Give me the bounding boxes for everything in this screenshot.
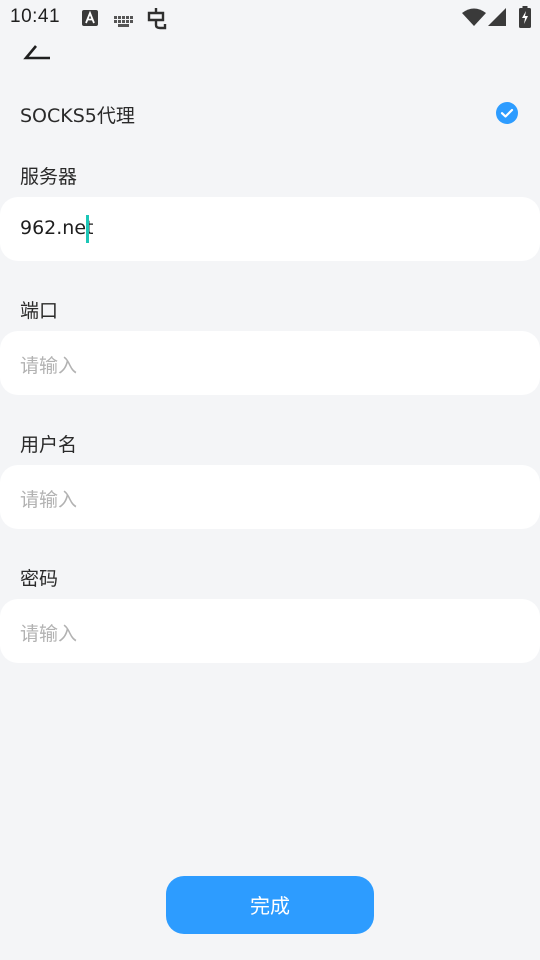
username-label: 用户名 — [20, 434, 78, 456]
done-button[interactable]: 完成 — [166, 876, 374, 934]
port-placeholder: 请输入 — [20, 355, 78, 377]
port-label: 端口 — [20, 300, 59, 322]
text-cursor — [86, 215, 89, 243]
username-input[interactable]: 请输入 — [0, 465, 540, 529]
socks5-proxy-label: SOCKS5代理 — [20, 105, 135, 127]
password-placeholder: 请输入 — [20, 623, 78, 645]
text-input-icon — [82, 10, 98, 30]
status-bar: 10:41 — [0, 0, 540, 38]
checked-icon[interactable] — [496, 102, 518, 128]
wifi-icon — [462, 8, 486, 30]
port-input[interactable]: 请输入 — [0, 331, 540, 395]
password-input[interactable]: 请输入 — [0, 599, 540, 663]
server-label: 服务器 — [20, 166, 78, 188]
back-arrow-icon[interactable] — [22, 38, 54, 64]
server-input[interactable]: 962.net — [0, 197, 540, 261]
bug-icon — [145, 6, 167, 34]
battery-charging-icon — [519, 6, 531, 32]
server-value: 962.net — [20, 217, 94, 239]
socks5-proxy-option[interactable]: SOCKS5代理 — [0, 90, 540, 136]
signal-icon — [488, 8, 506, 30]
keyboard-icon — [114, 13, 134, 32]
status-time: 10:41 — [10, 6, 61, 27]
password-label: 密码 — [20, 568, 59, 590]
username-placeholder: 请输入 — [20, 489, 78, 511]
